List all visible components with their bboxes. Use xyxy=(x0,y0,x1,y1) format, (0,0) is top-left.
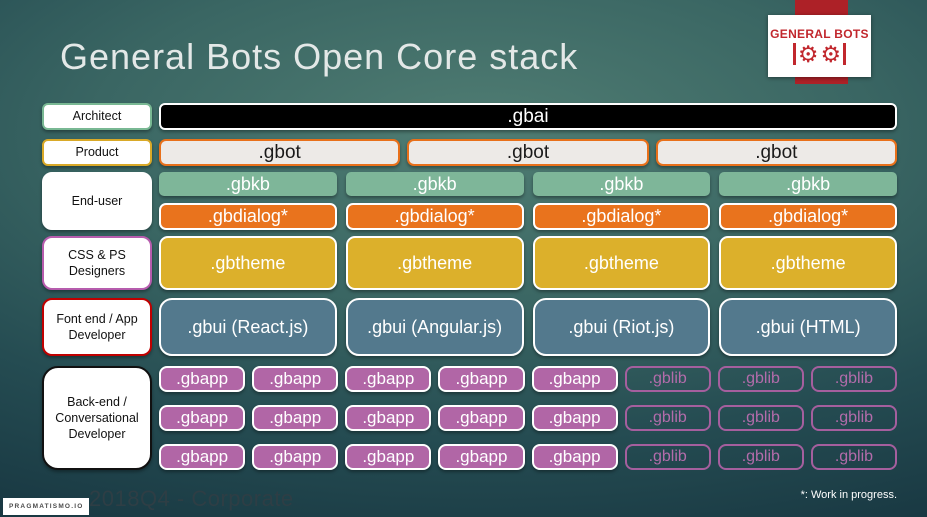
logo-brand-text: GENERAL BOTS xyxy=(770,26,869,41)
row-group-backend: Back-end / Conversational Developer .gba… xyxy=(42,366,897,470)
gbot-box: .gbot xyxy=(159,139,401,166)
work-in-progress-note: *: Work in progress. xyxy=(800,489,897,501)
gbkb-box: .gbkb xyxy=(532,172,711,196)
footer-caption: 2018Q4 - Corporate xyxy=(89,486,294,511)
gbdialog-box: .gbdialog* xyxy=(719,203,897,230)
gbapp-box: .gbapp xyxy=(159,405,246,431)
gblib-box: .gblib xyxy=(717,366,804,392)
enduser-columns: .gbkb .gbkb .gbkb .gbkb .gbdialog* .gbdi… xyxy=(159,172,897,230)
gbapp-box: .gbapp xyxy=(345,366,432,392)
gblib-box: .gblib xyxy=(624,405,711,431)
row-label-enduser: End-user xyxy=(42,172,152,230)
gbapp-row: .gbapp .gbapp .gbapp .gbapp .gbapp .gbli… xyxy=(159,405,897,431)
gbdialog-box: .gbdialog* xyxy=(532,203,711,230)
gblib-box: .gblib xyxy=(717,444,804,470)
row-designers: CSS & PS Designers .gbtheme .gbtheme .gb… xyxy=(42,236,897,290)
logo: GENERAL BOTS ⚙ ⚙ xyxy=(768,15,871,77)
gbapp-box: .gbapp xyxy=(531,444,618,470)
gbapp-row: .gbapp .gbapp .gbapp .gbapp .gbapp .gbli… xyxy=(159,366,897,392)
gblib-box: .gblib xyxy=(810,366,897,392)
gbtheme-row: .gbtheme .gbtheme .gbtheme .gbtheme xyxy=(159,236,897,290)
gblib-box: .gblib xyxy=(717,405,804,431)
gbot-box: .gbot xyxy=(407,139,649,166)
gbui-box: .gbui (React.js) xyxy=(159,298,337,356)
gbkb-box: .gbkb xyxy=(719,172,897,196)
gbtheme-box: .gbtheme xyxy=(532,236,711,290)
gbapp-box: .gbapp xyxy=(531,405,618,431)
gbkb-box: .gbkb xyxy=(159,172,337,196)
row-group-enduser: End-user .gbkb .gbkb .gbkb .gbkb .gbdial… xyxy=(42,172,897,230)
gbapp-box: .gbapp xyxy=(438,444,525,470)
gbtheme-box: .gbtheme xyxy=(719,236,897,290)
gear-icon: ⚙ xyxy=(797,40,819,67)
gbkb-box: .gbkb xyxy=(345,172,524,196)
gbapp-box: .gbapp xyxy=(531,366,618,392)
gbtheme-box: .gbtheme xyxy=(345,236,524,290)
row-label-frontend: Font end / App Developer xyxy=(42,298,152,356)
gbdialog-box: .gbdialog* xyxy=(159,203,337,230)
gblib-box: .gblib xyxy=(624,366,711,392)
page-title: General Bots Open Core stack xyxy=(60,36,579,77)
row-frontend: Font end / App Developer .gbui (React.js… xyxy=(42,298,897,356)
gbui-box: .gbui (HTML) xyxy=(719,298,897,356)
gblib-box: .gblib xyxy=(810,444,897,470)
gbai-bar: .gbai xyxy=(159,103,897,130)
gbkb-row: .gbkb .gbkb .gbkb .gbkb xyxy=(159,172,897,196)
gbapp-box: .gbapp xyxy=(345,405,432,431)
gblib-box: .gblib xyxy=(810,405,897,431)
pragmatismo-brand-badge: PRAGMATISMO.IO xyxy=(3,498,90,515)
slide: General Bots Open Core stack GENERAL BOT… xyxy=(0,0,927,517)
row-label-designers: CSS & PS Designers xyxy=(42,236,152,290)
gear-icon: ⚙ xyxy=(820,40,842,67)
gbapp-row: .gbapp .gbapp .gbapp .gbapp .gbapp .gbli… xyxy=(159,444,897,470)
backend-columns: .gbapp .gbapp .gbapp .gbapp .gbapp .gbli… xyxy=(159,366,897,470)
gbui-box: .gbui (Angular.js) xyxy=(345,298,524,356)
row-label-product: Product xyxy=(42,139,152,166)
gbapp-box: .gbapp xyxy=(345,444,432,470)
gbdialog-row: .gbdialog* .gbdialog* .gbdialog* .gbdial… xyxy=(159,203,897,230)
gear-bar-icon xyxy=(792,43,796,65)
gbapp-box: .gbapp xyxy=(159,366,246,392)
gbapp-box: .gbapp xyxy=(159,444,246,470)
gbapp-box: .gbapp xyxy=(438,405,525,431)
gbdialog-box: .gbdialog* xyxy=(345,203,524,230)
row-label-backend: Back-end / Conversational Developer xyxy=(42,366,152,470)
gbui-row: .gbui (React.js) .gbui (Angular.js) .gbu… xyxy=(159,298,897,356)
gbapp-box: .gbapp xyxy=(252,366,339,392)
gbapp-box: .gbapp xyxy=(438,366,525,392)
row-architect: Architect .gbai xyxy=(42,103,897,130)
row-product: Product .gbot .gbot .gbot xyxy=(42,139,897,166)
row-label-architect: Architect xyxy=(42,103,152,130)
stack-diagram: Architect .gbai Product .gbot .gbot .gbo… xyxy=(42,103,897,470)
gears-icon: ⚙ ⚙ xyxy=(792,40,847,67)
gbot-box: .gbot xyxy=(655,139,897,166)
gbapp-box: .gbapp xyxy=(252,444,339,470)
gblib-box: .gblib xyxy=(624,444,711,470)
gbapp-box: .gbapp xyxy=(252,405,339,431)
gear-bar-icon xyxy=(843,43,847,65)
gbui-box: .gbui (Riot.js) xyxy=(532,298,711,356)
gbtheme-box: .gbtheme xyxy=(159,236,337,290)
